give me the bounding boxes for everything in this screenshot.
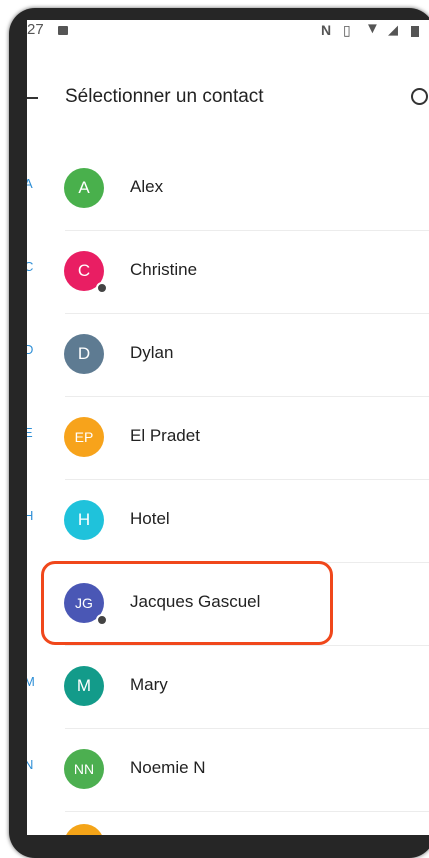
contact-name: Mary xyxy=(130,675,168,694)
vibrate-icon: ▯ xyxy=(343,22,351,38)
status-time: 27 xyxy=(27,21,44,38)
search-icon[interactable] xyxy=(411,88,428,105)
contact-row-el-pradet[interactable]: E EP El Pradet xyxy=(27,397,429,480)
contact-row-dylan[interactable]: D D Dylan xyxy=(27,314,429,397)
section-letter: M xyxy=(27,674,35,689)
contact-row-hotel[interactable]: H H Hotel xyxy=(27,480,429,563)
contact-row-mary[interactable]: M M Mary xyxy=(27,646,429,729)
signal-icon: ◢ xyxy=(388,22,398,37)
contact-name: Christine xyxy=(130,260,198,279)
avatar: C xyxy=(64,251,108,294)
contact-row-noemie-n[interactable]: N NN Noemie N xyxy=(27,729,429,812)
badge-icon xyxy=(96,282,108,294)
image-notification-icon xyxy=(58,26,68,35)
section-letter: E xyxy=(27,425,33,440)
section-letter: N xyxy=(27,757,34,772)
section-letter: H xyxy=(27,508,34,523)
status-bar: 27 N ▯ ▼ ◢ xyxy=(27,20,429,44)
contact-name: Hotel xyxy=(130,509,170,528)
section-letter: C xyxy=(27,259,34,274)
section-letter: A xyxy=(27,176,33,191)
section-letter: D xyxy=(27,342,34,357)
avatar: EP xyxy=(64,417,104,457)
page-title: Sélectionner un contact xyxy=(65,86,264,107)
divider xyxy=(65,811,429,812)
avatar: D xyxy=(64,334,104,374)
contact-name: Dylan xyxy=(130,343,174,362)
contact-name: Alex xyxy=(130,177,164,196)
back-arrow-icon[interactable] xyxy=(27,97,38,99)
avatar: NN xyxy=(64,749,104,789)
contact-row-christine[interactable]: C C Christine xyxy=(27,231,429,314)
wifi-icon: ▼ xyxy=(365,20,380,37)
contact-name: Noemie N xyxy=(130,758,206,777)
screen: 27 N ▯ ▼ ◢ Sélectionner un contact A A A… xyxy=(27,20,429,835)
avatar xyxy=(64,824,104,835)
battery-icon xyxy=(411,26,419,37)
contact-row-alex[interactable]: A A Alex xyxy=(27,148,429,231)
avatar: A xyxy=(64,168,104,208)
app-bar: Sélectionner un contact xyxy=(27,80,429,120)
contact-name: El Pradet xyxy=(130,426,200,445)
avatar: H xyxy=(64,500,104,540)
highlight-box xyxy=(41,561,333,645)
nfc-icon: N xyxy=(321,22,332,38)
avatar: M xyxy=(64,666,104,706)
